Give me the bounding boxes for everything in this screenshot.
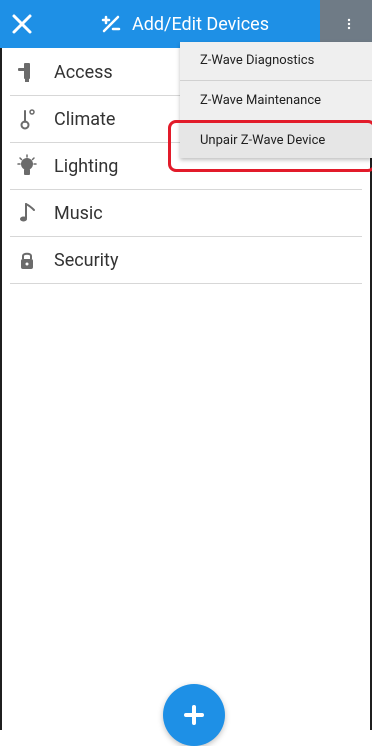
menu-divider bbox=[180, 80, 372, 81]
device-category-security[interactable]: Security bbox=[10, 237, 362, 284]
lightbulb-icon bbox=[10, 149, 44, 183]
menu-item-label: Z-Wave Maintenance bbox=[200, 92, 322, 108]
menu-item-z-wave-diagnostics[interactable]: Z-Wave Diagnostics bbox=[180, 42, 372, 78]
close-button[interactable] bbox=[8, 10, 36, 38]
row-label: Lighting bbox=[54, 155, 119, 177]
menu-item-label: Z-Wave Diagnostics bbox=[200, 52, 315, 68]
add-device-fab[interactable] bbox=[163, 684, 225, 746]
row-label: Access bbox=[54, 61, 113, 83]
app-header: Add/Edit Devices bbox=[0, 0, 372, 48]
menu-item-z-wave-maintenance[interactable]: Z-Wave Maintenance bbox=[180, 82, 372, 118]
lock-icon bbox=[10, 243, 44, 277]
header-title-group: Add/Edit Devices bbox=[100, 8, 269, 40]
row-label: Climate bbox=[54, 108, 116, 130]
row-label: Security bbox=[54, 249, 119, 271]
thermometer-icon bbox=[10, 102, 44, 136]
device-category-music[interactable]: Music bbox=[10, 190, 362, 237]
access-icon bbox=[10, 55, 44, 89]
page-title: Add/Edit Devices bbox=[132, 13, 270, 35]
close-icon bbox=[12, 14, 32, 34]
add-edit-icon bbox=[101, 15, 121, 33]
plus-icon bbox=[184, 705, 204, 725]
kebab-icon bbox=[347, 18, 351, 30]
highlight-outline bbox=[168, 120, 372, 172]
music-note-icon bbox=[10, 196, 44, 230]
row-label: Music bbox=[54, 202, 103, 224]
